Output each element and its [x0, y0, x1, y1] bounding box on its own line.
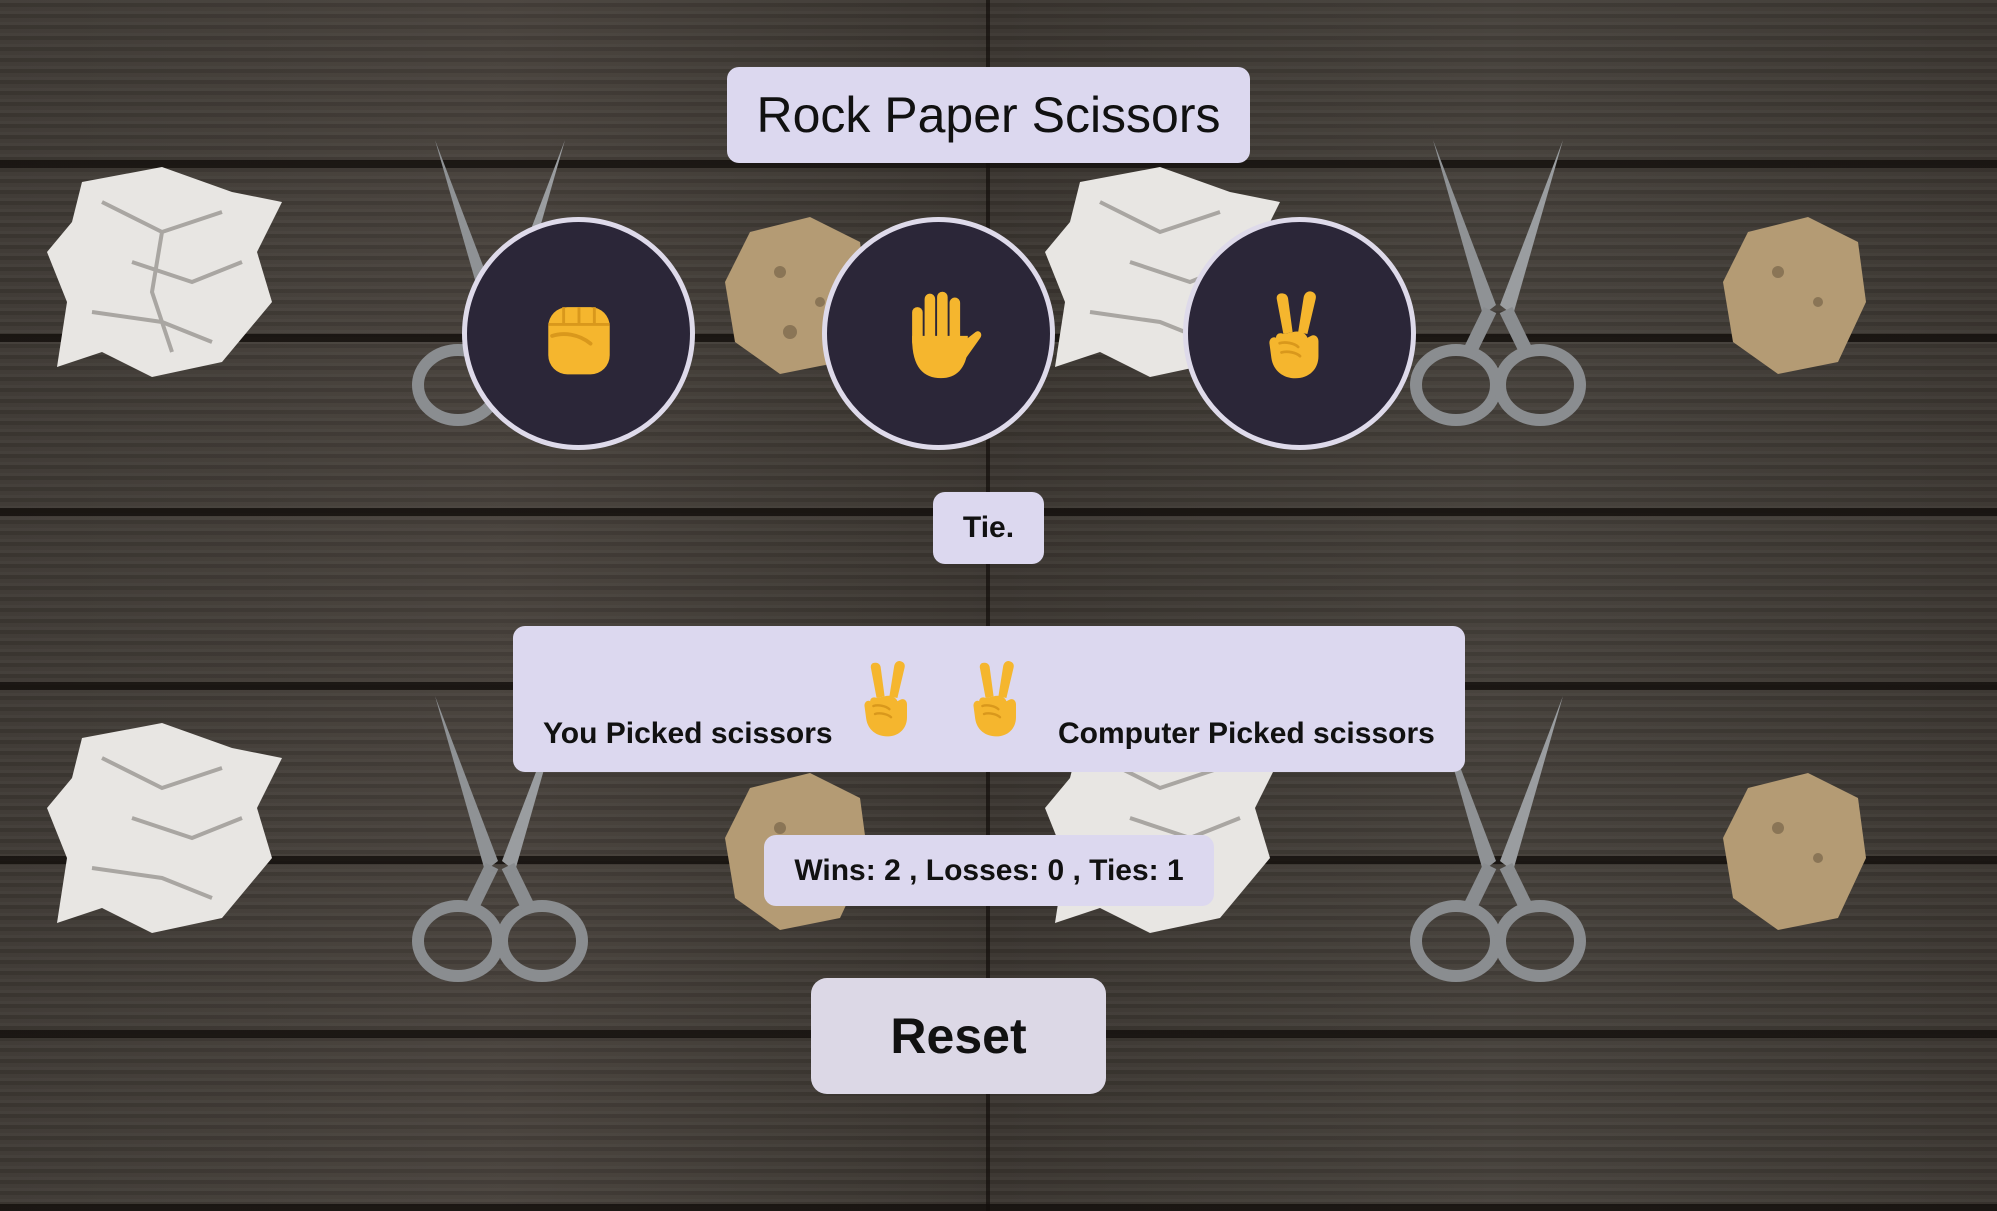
raised-hand-icon	[911, 291, 981, 378]
title-banner: Rock Paper Scissors	[727, 67, 1250, 163]
page-title: Rock Paper Scissors	[756, 87, 1221, 143]
raised-fist-icon	[547, 306, 610, 374]
crumpled-paper-icon	[47, 167, 282, 377]
victory-hand-icon	[863, 659, 909, 738]
reset-label: Reset	[890, 1008, 1027, 1064]
result-badge: Tie.	[933, 492, 1044, 564]
reset-button[interactable]: Reset	[811, 978, 1106, 1094]
computer-pick-icon	[960, 646, 1040, 750]
result-text: Tie.	[962, 511, 1015, 544]
computer-picked-label: Computer Picked scissors	[1058, 717, 1435, 750]
score-text: Wins: 2 , Losses: 0 , Ties: 1	[794, 853, 1184, 887]
victory-hand-icon	[1267, 289, 1320, 380]
rock-button[interactable]	[462, 217, 695, 450]
paper-button[interactable]	[822, 217, 1055, 450]
crumpled-paper-icon	[47, 723, 282, 933]
score-panel: Wins: 2 , Losses: 0 , Ties: 1	[764, 835, 1214, 906]
rock-prop-icon	[1723, 217, 1866, 374]
picks-panel: You Picked scissors Computer Picked scis…	[513, 626, 1465, 772]
player-pick-icon	[851, 646, 931, 750]
victory-hand-icon	[972, 659, 1018, 738]
scissors-prop-icon	[1410, 140, 1586, 426]
scissors-button[interactable]	[1183, 217, 1416, 450]
rock-prop-icon	[1723, 773, 1866, 930]
you-picked-label: You Picked scissors	[543, 717, 833, 750]
